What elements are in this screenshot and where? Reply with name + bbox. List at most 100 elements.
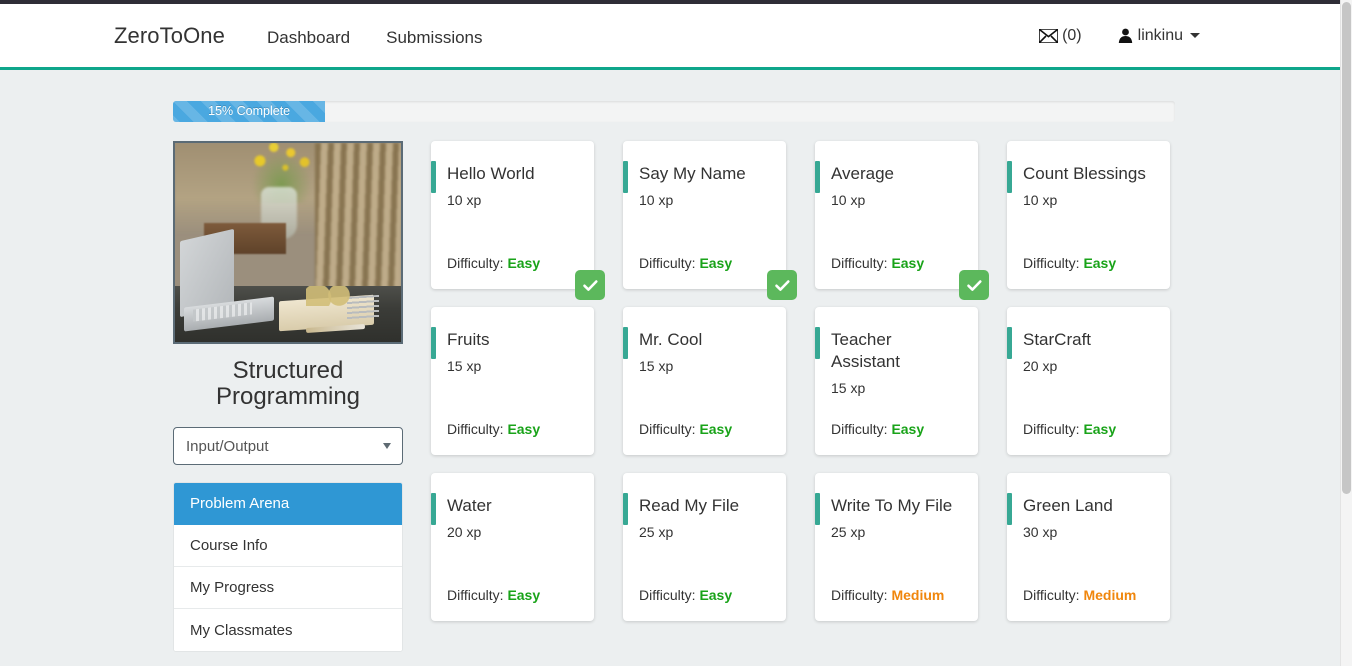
problem-title: Count Blessings — [1023, 164, 1146, 183]
problem-xp: 10 xp — [1023, 192, 1058, 208]
sidebar-item-my-classmates[interactable]: My Classmates — [174, 609, 402, 651]
problem-card[interactable]: Water 20 xp Difficulty: Easy — [431, 473, 594, 621]
problem-difficulty-label: Difficulty: — [1023, 587, 1084, 603]
user-menu-button[interactable]: linkinu — [1118, 27, 1200, 45]
problem-title: Water — [447, 496, 492, 515]
problem-solved-badge — [575, 270, 605, 300]
problem-difficulty-value: Easy — [699, 587, 733, 603]
course-progress-bar: 15% Complete — [173, 101, 1175, 122]
problem-card-grid: Hello World 10 xp Difficulty: Easy Say My N… — [431, 141, 1195, 639]
sidebar-item-course-info[interactable]: Course Info — [174, 525, 402, 567]
course-sidebar: Structured Programming Input/Output Prob… — [173, 141, 403, 652]
problem-xp: 20 xp — [447, 524, 482, 540]
user-name: linkinu — [1137, 26, 1183, 44]
problem-difficulty-label: Difficulty: — [639, 421, 700, 437]
problem-difficulty-value: Easy — [507, 587, 541, 603]
problem-difficulty: Difficulty: Medium — [831, 587, 962, 603]
page-scrollbar[interactable] — [1340, 0, 1352, 666]
problem-difficulty-label: Difficulty: — [831, 421, 892, 437]
problem-card-accent-bar — [815, 493, 820, 525]
course-title: Structured Programming — [215, 357, 361, 410]
problem-card[interactable]: Write To My File 25 xp Difficulty: Medium — [815, 473, 978, 621]
problem-difficulty-label: Difficulty: — [447, 255, 508, 271]
problem-difficulty-value: Easy — [699, 421, 733, 437]
problem-xp: 15 xp — [831, 380, 866, 396]
problem-card[interactable]: Say My Name 10 xp Difficulty: Easy — [623, 141, 797, 300]
messages-button[interactable]: (0) — [1039, 27, 1082, 45]
course-progress-fill: 15% Complete — [173, 101, 326, 122]
problem-title: Teacher Assistant — [831, 330, 900, 371]
problem-card-accent-bar — [623, 327, 628, 359]
problem-xp: 20 xp — [1023, 358, 1058, 374]
page-scrollbar-thumb[interactable] — [1342, 2, 1351, 494]
problem-difficulty: Difficulty: Easy — [831, 421, 962, 437]
problem-title: Read My File — [639, 496, 740, 515]
problem-xp: 10 xp — [447, 192, 482, 208]
problem-xp: 10 xp — [639, 192, 674, 208]
problem-title: Say My Name — [639, 164, 746, 183]
problem-card-accent-bar — [1007, 493, 1012, 525]
sidebar-item-label: My Classmates — [190, 621, 293, 639]
problem-title: Fruits — [447, 330, 490, 349]
problem-card[interactable]: Teacher Assistant 15 xp Difficulty: Easy — [815, 307, 978, 455]
problem-difficulty-value: Easy — [891, 255, 925, 271]
messages-count: (0) — [1062, 26, 1082, 44]
problem-xp: 15 xp — [639, 358, 674, 374]
problem-difficulty: Difficulty: Easy — [447, 587, 578, 603]
problem-difficulty: Difficulty: Easy — [639, 587, 770, 603]
nav-link-submissions[interactable]: Submissions — [386, 28, 482, 48]
problem-difficulty-label: Difficulty: — [831, 255, 892, 271]
course-thumbnail-image — [173, 141, 403, 344]
problem-difficulty-value: Easy — [1083, 255, 1117, 271]
navbar-left-group: ZeroToOne Dashboard Submissions — [114, 23, 519, 49]
sidebar-item-problem-arena[interactable]: Problem Arena — [174, 483, 402, 525]
problem-card-accent-bar — [815, 327, 820, 359]
problem-difficulty: Difficulty: Easy — [1023, 421, 1154, 437]
problem-difficulty: Difficulty: Easy — [1023, 255, 1154, 271]
problem-card[interactable]: StarCraft 20 xp Difficulty: Easy — [1007, 307, 1170, 455]
user-icon — [1118, 28, 1133, 43]
problem-title: Write To My File — [831, 496, 953, 515]
problem-title: Average — [831, 164, 895, 183]
envelope-icon — [1039, 28, 1059, 43]
problem-difficulty: Difficulty: Medium — [1023, 587, 1154, 603]
problem-card[interactable]: Average 10 xp Difficulty: Easy — [815, 141, 989, 300]
sidebar-item-label: Problem Arena — [190, 495, 290, 512]
problem-solved-badge — [959, 270, 989, 300]
sidebar-item-my-progress[interactable]: My Progress — [174, 567, 402, 609]
problem-card[interactable]: Hello World 10 xp Difficulty: Easy — [431, 141, 605, 300]
problem-card-accent-bar — [623, 493, 628, 525]
problem-title: StarCraft — [1023, 330, 1092, 349]
problem-card[interactable]: Mr. Cool 15 xp Difficulty: Easy — [623, 307, 786, 455]
problem-difficulty-value: Easy — [1083, 421, 1117, 437]
problem-card-accent-bar — [431, 161, 436, 193]
problem-card[interactable]: Read My File 25 xp Difficulty: Easy — [623, 473, 786, 621]
problem-difficulty: Difficulty: Easy — [447, 255, 578, 271]
brand-logo[interactable]: ZeroToOne — [114, 23, 225, 49]
problem-difficulty-label: Difficulty: — [639, 255, 700, 271]
topic-select[interactable]: Input/Output — [173, 427, 403, 465]
problem-difficulty: Difficulty: Easy — [639, 255, 770, 271]
topic-select-value: Input/Output — [186, 437, 269, 455]
problem-card-accent-bar — [1007, 161, 1012, 193]
check-icon — [774, 279, 790, 291]
sidebar-nav: Problem Arena Course Info My Progress My… — [173, 482, 403, 652]
problem-difficulty-value: Easy — [507, 421, 541, 437]
problem-card[interactable]: Count Blessings 10 xp Difficulty: Easy — [1007, 141, 1170, 289]
problem-xp: 25 xp — [831, 524, 866, 540]
problem-difficulty-label: Difficulty: — [639, 587, 700, 603]
problem-card-accent-bar — [431, 327, 436, 359]
check-icon — [966, 279, 982, 291]
problem-difficulty-value: Easy — [507, 255, 541, 271]
chevron-down-icon — [383, 443, 391, 449]
problem-card[interactable]: Fruits 15 xp Difficulty: Easy — [431, 307, 594, 455]
problem-xp: 10 xp — [831, 192, 866, 208]
problem-difficulty-label: Difficulty: — [447, 587, 508, 603]
problem-xp: 15 xp — [447, 358, 482, 374]
problem-card[interactable]: Green Land 30 xp Difficulty: Medium — [1007, 473, 1170, 621]
problem-difficulty: Difficulty: Easy — [831, 255, 962, 271]
nav-link-dashboard[interactable]: Dashboard — [267, 28, 350, 48]
photo-eyeglasses — [306, 286, 356, 307]
check-icon — [582, 279, 598, 291]
problem-difficulty-value: Easy — [891, 421, 925, 437]
